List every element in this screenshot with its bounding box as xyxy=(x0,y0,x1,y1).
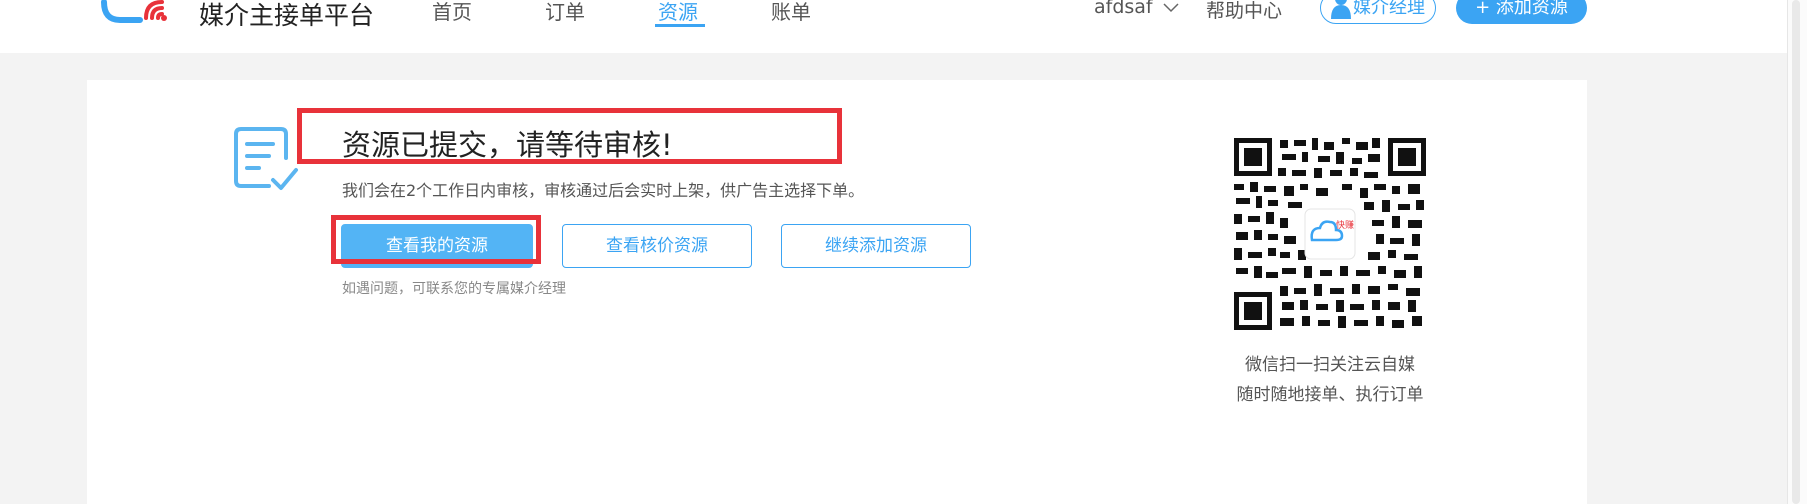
user-menu[interactable]: afdsaf xyxy=(1094,0,1179,18)
media-manager-button[interactable]: 媒介经理 xyxy=(1320,0,1436,24)
qr-caption-line2: 随时随地接单、执行订单 xyxy=(1236,385,1424,405)
cloud-wifi-logo-icon xyxy=(101,0,167,23)
qr-center-label: 快赚 xyxy=(1336,219,1354,231)
nav-resources[interactable]: 资源 xyxy=(658,0,698,25)
top-header: 媒介主接单平台 首页 订单 资源 账单 afdsaf 帮助中心 媒介经理 + 添… xyxy=(0,0,1787,53)
nav-home[interactable]: 首页 xyxy=(432,0,472,25)
highlight-button-box xyxy=(331,215,541,264)
nav-bills[interactable]: 账单 xyxy=(771,0,811,25)
nav-active-underline xyxy=(655,24,705,27)
logo[interactable] xyxy=(100,0,178,30)
scrollbar-thumb[interactable] xyxy=(1792,0,1800,504)
view-priced-resources-button[interactable]: 查看核价资源 xyxy=(562,224,752,268)
qr-caption: 微信扫一扫关注云自媒 随时随地接单、执行订单 xyxy=(1232,350,1428,410)
document-check-icon xyxy=(234,127,298,190)
help-center-link[interactable]: 帮助中心 xyxy=(1206,0,1282,23)
user-name: afdsaf xyxy=(1094,0,1153,18)
wechat-qr-code: 快赚 xyxy=(1232,136,1428,332)
qr-caption-line1: 微信扫一扫关注云自媒 xyxy=(1245,355,1415,375)
highlight-title-box xyxy=(297,108,842,164)
review-notice: 我们会在2个工作日内审核，审核通过后会实时上架，供广告主选择下单。 xyxy=(342,181,865,200)
person-icon xyxy=(1331,0,1351,19)
chevron-down-icon xyxy=(1163,2,1179,12)
add-resource-button[interactable]: + 添加资源 xyxy=(1456,0,1587,24)
continue-add-resource-button[interactable]: 继续添加资源 xyxy=(781,224,971,268)
media-manager-label: 媒介经理 xyxy=(1353,0,1425,18)
brand-name: 媒介主接单平台 xyxy=(199,1,375,30)
nav-orders[interactable]: 订单 xyxy=(545,0,585,25)
contact-hint: 如遇问题，可联系您的专属媒介经理 xyxy=(342,281,566,297)
